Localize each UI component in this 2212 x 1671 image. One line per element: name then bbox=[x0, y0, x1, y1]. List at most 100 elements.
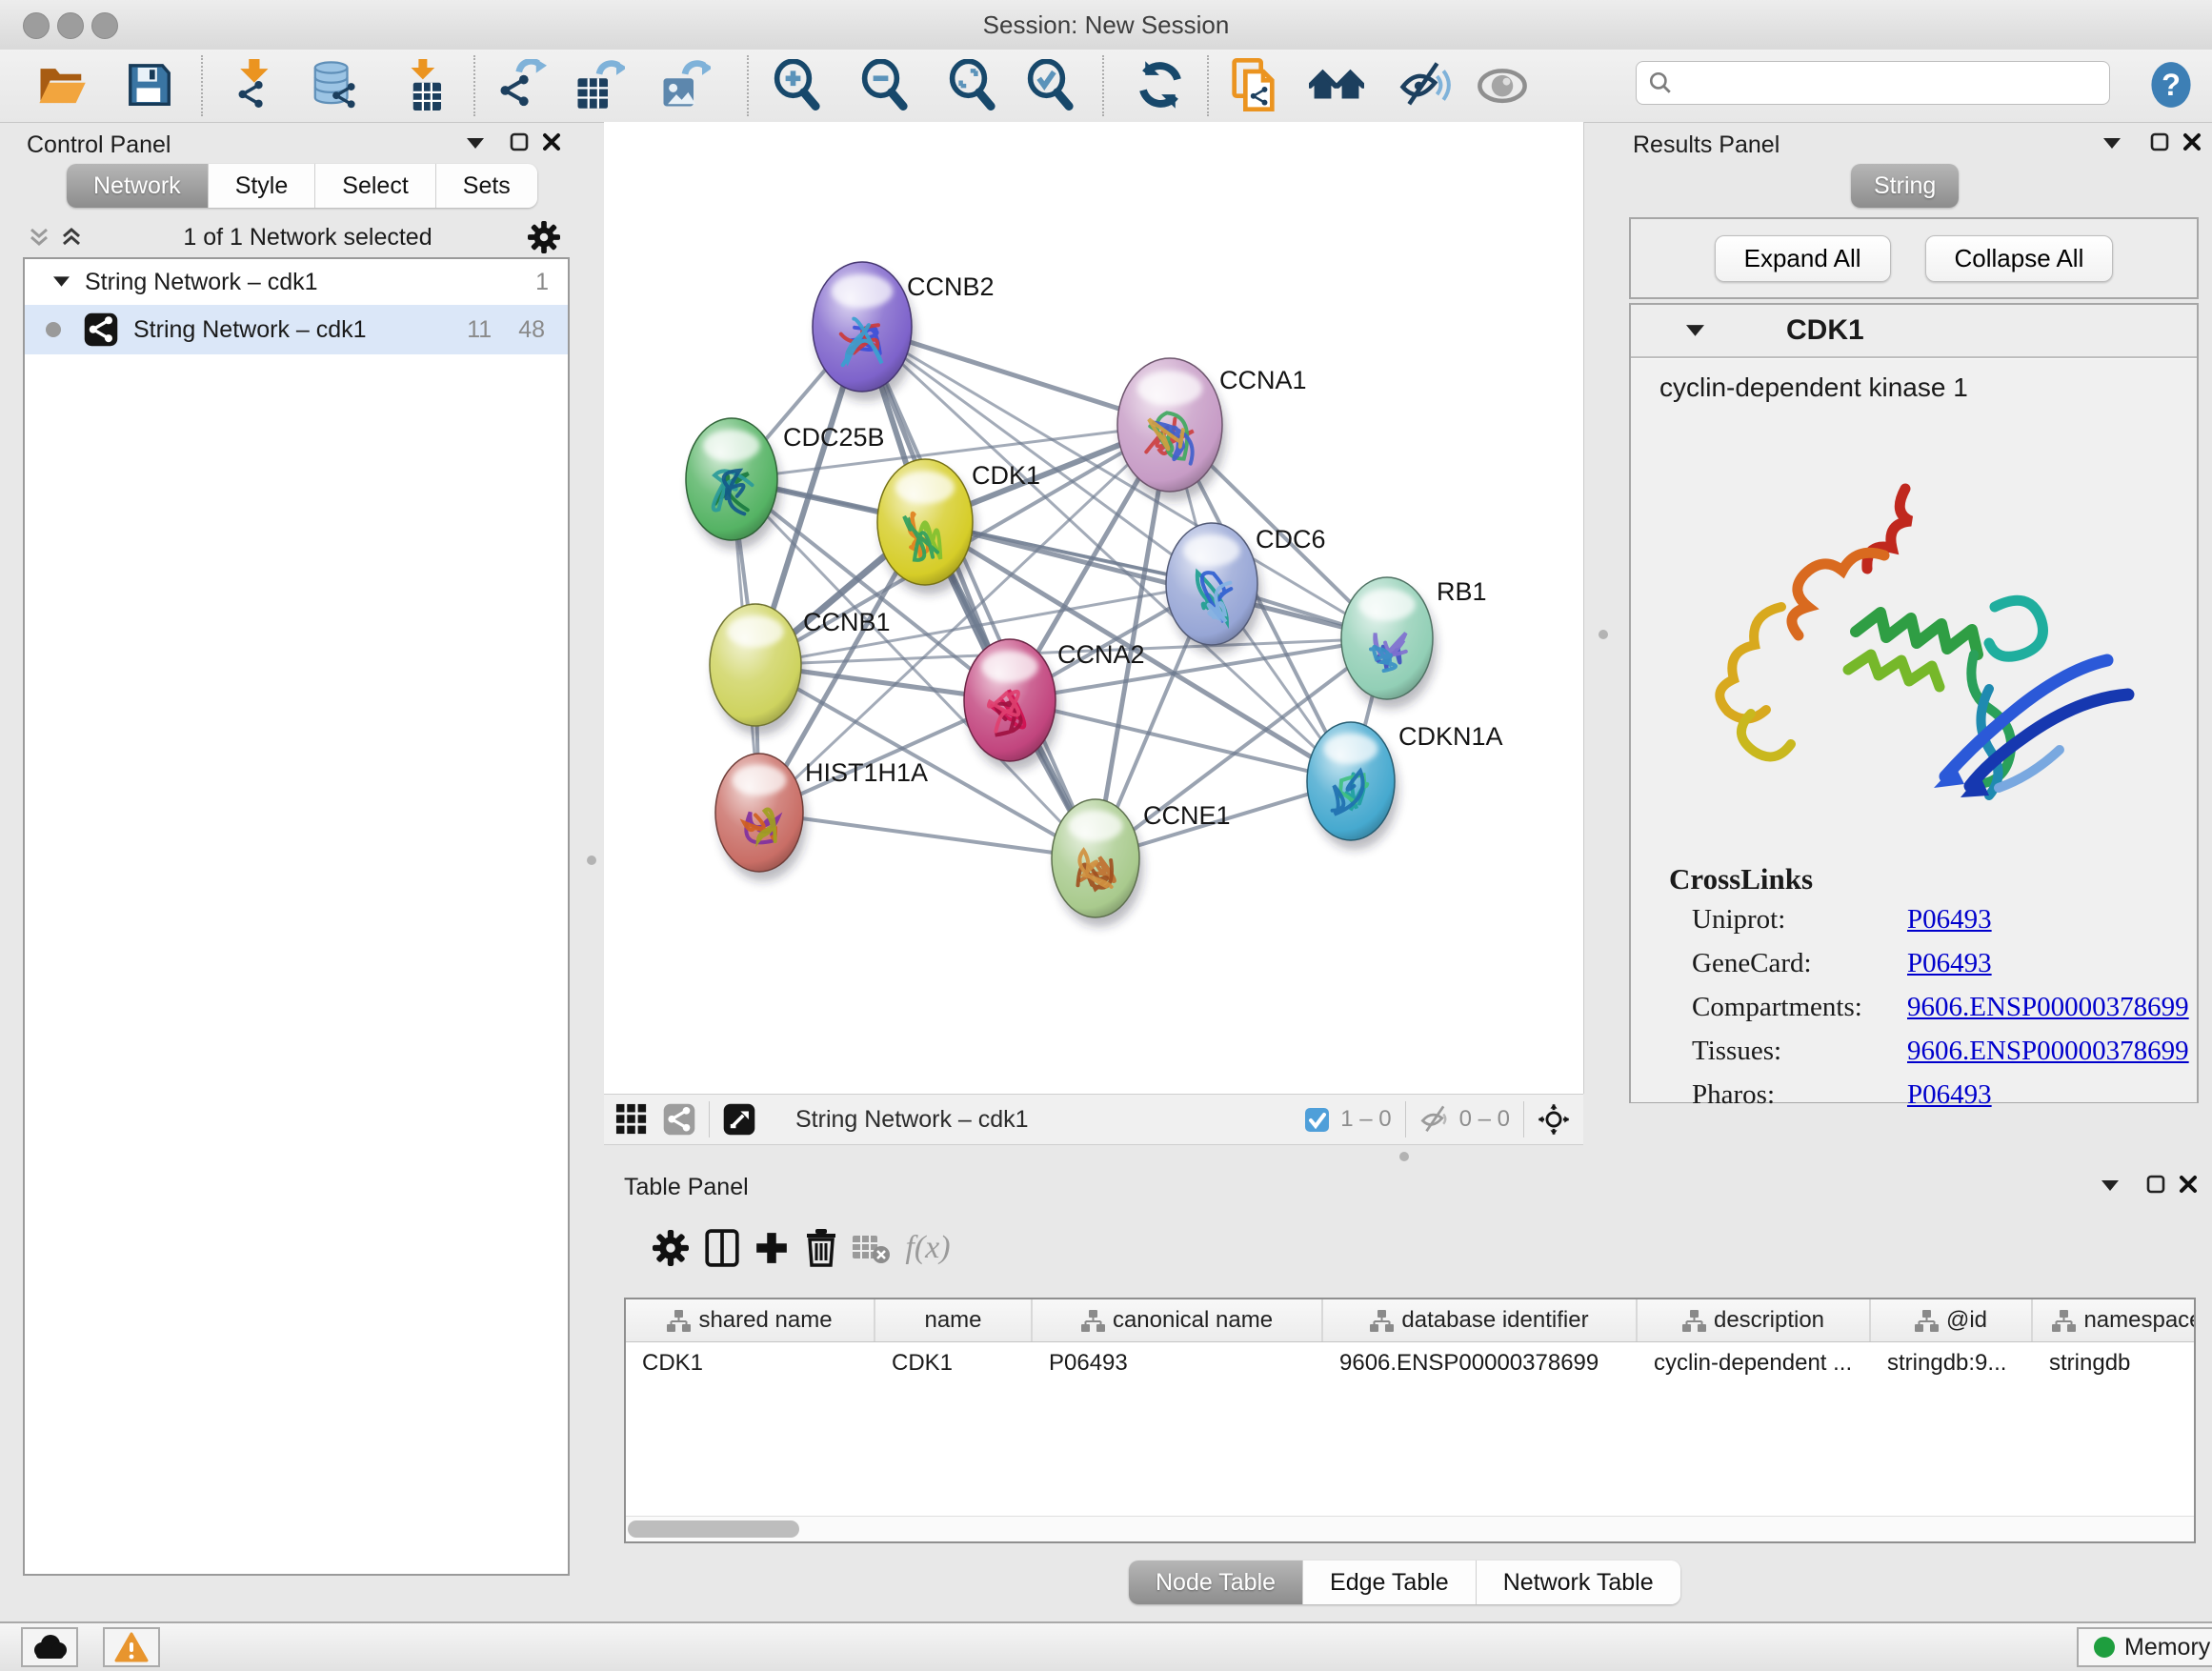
control-panel-close-icon[interactable] bbox=[535, 128, 568, 156]
search-input[interactable] bbox=[1680, 69, 2084, 97]
table-panel-menu-icon[interactable] bbox=[2094, 1172, 2126, 1200]
table-horizontal-scrollbar[interactable] bbox=[626, 1516, 2194, 1541]
column-header--id[interactable]: @id bbox=[1871, 1299, 2033, 1341]
network-node-CCNA2[interactable] bbox=[964, 639, 1059, 771]
table-settings-gear-icon[interactable] bbox=[646, 1223, 695, 1273]
function-builder-icon[interactable]: f(x) bbox=[894, 1223, 962, 1273]
column-header-namespace[interactable]: namespace bbox=[2033, 1299, 2196, 1341]
table-cell[interactable]: CDK1 bbox=[875, 1342, 1033, 1384]
import-network-database-icon[interactable] bbox=[307, 57, 362, 112]
network-node-CCNB2[interactable] bbox=[813, 262, 915, 401]
bottom-splitter-handle[interactable] bbox=[1399, 1152, 1409, 1161]
cloud-status-button[interactable] bbox=[21, 1627, 78, 1667]
table-row[interactable]: CDK1CDK1P064939606.ENSP00000378699cyclin… bbox=[626, 1342, 2194, 1384]
network-node-CDKN1A[interactable] bbox=[1307, 722, 1398, 850]
collapse-all-networks-icon[interactable] bbox=[23, 223, 55, 252]
help-button[interactable]: ? bbox=[2145, 57, 2197, 112]
entry-collapse-icon[interactable] bbox=[1686, 325, 1704, 337]
memory-button[interactable]: Memory bbox=[2077, 1627, 2212, 1667]
network-node-CCNB1[interactable] bbox=[710, 604, 805, 735]
tab-edge-table[interactable]: Edge Table bbox=[1303, 1560, 1477, 1604]
crosslink-link[interactable]: 9606.ENSP00000378699 bbox=[1907, 1036, 2189, 1066]
network-node-CDK1[interactable] bbox=[877, 459, 976, 594]
network-node-CCNE1[interactable] bbox=[1052, 799, 1143, 927]
import-table-icon[interactable] bbox=[396, 57, 452, 112]
table-panel-float-icon[interactable] bbox=[2140, 1170, 2172, 1198]
network-collection-row[interactable]: String Network – cdk1 1 bbox=[25, 259, 568, 305]
save-session-icon[interactable] bbox=[122, 57, 177, 112]
scrollbar-thumb[interactable] bbox=[628, 1520, 799, 1538]
results-panel-float-icon[interactable] bbox=[2143, 128, 2176, 156]
delete-column-trash-icon[interactable] bbox=[796, 1223, 846, 1273]
zoom-selected-icon[interactable] bbox=[1023, 57, 1078, 112]
birdseye-view-icon[interactable] bbox=[723, 1105, 755, 1134]
string-home-icon[interactable] bbox=[1309, 57, 1364, 112]
grid-view-icon[interactable] bbox=[615, 1105, 648, 1134]
column-header-description[interactable]: description bbox=[1638, 1299, 1871, 1341]
table-cell[interactable]: stringdb bbox=[2033, 1342, 2196, 1384]
import-network-icon[interactable] bbox=[228, 57, 283, 112]
network-node-RB1[interactable] bbox=[1341, 577, 1437, 709]
column-header-database-identifier[interactable]: database identifier bbox=[1323, 1299, 1638, 1341]
expand-all-networks-icon[interactable] bbox=[55, 223, 88, 252]
results-entry-header[interactable]: CDK1 bbox=[1631, 305, 2197, 358]
network-edge[interactable] bbox=[1010, 700, 1351, 781]
network-row[interactable]: String Network – cdk1 11 48 bbox=[25, 305, 568, 354]
delete-table-icon[interactable] bbox=[846, 1223, 895, 1273]
export-network-icon[interactable] bbox=[493, 57, 549, 112]
right-splitter-handle[interactable] bbox=[1599, 630, 1608, 639]
network-options-gear-icon[interactable] bbox=[528, 223, 560, 252]
show-columns-icon[interactable] bbox=[697, 1223, 747, 1273]
crosslink-link[interactable]: P06493 bbox=[1907, 1079, 1992, 1110]
expand-all-button[interactable]: Expand All bbox=[1715, 235, 1891, 282]
fit-selected-crosshair-icon[interactable] bbox=[1538, 1105, 1570, 1134]
open-session-icon[interactable] bbox=[34, 57, 90, 112]
control-panel-float-icon[interactable] bbox=[503, 128, 535, 156]
column-header-shared-name[interactable]: shared name bbox=[626, 1299, 875, 1341]
network-share-view-icon[interactable] bbox=[663, 1105, 695, 1134]
export-image-icon[interactable] bbox=[657, 57, 713, 112]
zoom-in-icon[interactable] bbox=[770, 57, 825, 112]
network-edge[interactable] bbox=[759, 813, 1096, 858]
hidden-eye-icon[interactable] bbox=[1419, 1105, 1452, 1134]
network-node-CDC6[interactable] bbox=[1166, 523, 1261, 654]
left-splitter-handle[interactable] bbox=[587, 856, 596, 865]
tab-string[interactable]: String bbox=[1851, 164, 1959, 208]
table-cell[interactable]: cyclin-dependent ... bbox=[1638, 1342, 1871, 1384]
network-canvas[interactable]: CCNB2CCNA1CDC25BCDK1CDC6RB1CCNB1CCNA2CDK… bbox=[604, 122, 1584, 1094]
results-panel-close-icon[interactable] bbox=[2176, 128, 2208, 156]
table-cell[interactable]: stringdb:9... bbox=[1871, 1342, 2033, 1384]
table-cell[interactable]: 9606.ENSP00000378699 bbox=[1323, 1342, 1638, 1384]
tab-sets[interactable]: Sets bbox=[436, 164, 537, 208]
search-box[interactable] bbox=[1636, 61, 2110, 105]
duplicate-network-icon[interactable] bbox=[1229, 57, 1284, 112]
table-panel-close-icon[interactable] bbox=[2172, 1170, 2204, 1198]
collapse-all-button[interactable]: Collapse All bbox=[1925, 235, 2114, 282]
zoom-fit-icon[interactable] bbox=[945, 57, 1000, 112]
hide-unhide-icon[interactable] bbox=[1397, 57, 1452, 112]
table-cell[interactable]: P06493 bbox=[1033, 1342, 1323, 1384]
network-node-CCNA1[interactable] bbox=[1117, 358, 1226, 501]
tab-network-table[interactable]: Network Table bbox=[1477, 1560, 1680, 1604]
results-panel-menu-icon[interactable] bbox=[2096, 130, 2128, 158]
export-table-icon[interactable] bbox=[572, 57, 627, 112]
collection-expand-icon[interactable] bbox=[53, 276, 70, 288]
network-node-HIST1H1A[interactable] bbox=[715, 754, 807, 881]
tab-network[interactable]: Network bbox=[67, 164, 209, 208]
tab-select[interactable]: Select bbox=[315, 164, 435, 208]
zoom-out-icon[interactable] bbox=[857, 57, 913, 112]
crosslink-link[interactable]: P06493 bbox=[1907, 904, 1992, 935]
column-header-canonical-name[interactable]: canonical name bbox=[1033, 1299, 1323, 1341]
column-header-name[interactable]: name bbox=[875, 1299, 1033, 1341]
add-column-icon[interactable] bbox=[747, 1223, 796, 1273]
show-hide-eye-icon[interactable] bbox=[1475, 57, 1530, 112]
tab-node-table[interactable]: Node Table bbox=[1129, 1560, 1303, 1604]
tab-style[interactable]: Style bbox=[209, 164, 316, 208]
table-cell[interactable]: CDK1 bbox=[626, 1342, 875, 1384]
refresh-view-icon[interactable] bbox=[1133, 57, 1188, 112]
control-panel-menu-icon[interactable] bbox=[459, 130, 492, 158]
crosslink-link[interactable]: 9606.ENSP00000378699 bbox=[1907, 992, 2189, 1022]
selected-checkbox-icon[interactable] bbox=[1300, 1105, 1333, 1134]
warnings-button[interactable] bbox=[103, 1627, 160, 1667]
crosslink-link[interactable]: P06493 bbox=[1907, 948, 1992, 978]
